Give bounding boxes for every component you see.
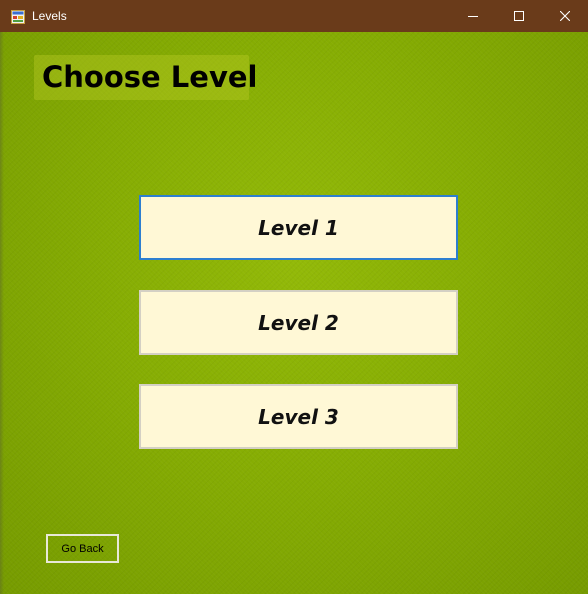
- maximize-button[interactable]: [496, 0, 542, 32]
- minimize-button[interactable]: [450, 0, 496, 32]
- level-2-button[interactable]: Level 2: [139, 290, 458, 355]
- page-title: Choose Level: [42, 60, 258, 94]
- close-icon: [560, 11, 570, 21]
- level-1-button[interactable]: Level 1: [139, 195, 458, 260]
- close-button[interactable]: [542, 0, 588, 32]
- client-area: Choose Level Level 1 Level 2 Level 3 Go …: [0, 32, 588, 594]
- title-bar[interactable]: Levels: [0, 0, 588, 32]
- window-title: Levels: [32, 9, 67, 23]
- level-3-button[interactable]: Level 3: [139, 384, 458, 449]
- app-icon: [11, 9, 25, 24]
- minimize-icon: [468, 11, 478, 21]
- levels-window: Levels Choose Level Level 1 Level 2 Leve…: [0, 0, 588, 594]
- go-back-button[interactable]: Go Back: [46, 534, 119, 563]
- window-left-edge: [0, 32, 4, 594]
- heading-panel: Choose Level: [34, 55, 257, 100]
- maximize-icon: [514, 11, 524, 21]
